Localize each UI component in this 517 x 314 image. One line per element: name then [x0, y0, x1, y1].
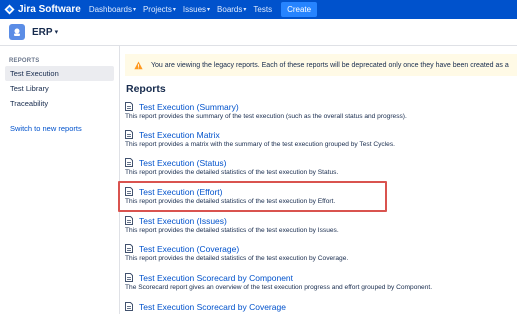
report-description: This report provides the detailed statis… — [125, 169, 339, 176]
nav-issues[interactable]: Issues ▾ — [183, 5, 210, 14]
report-item: Test Execution Scorecard by Component Th… — [125, 272, 517, 291]
report-link[interactable]: Test Execution (Issues) — [139, 216, 227, 226]
document-icon — [125, 158, 133, 167]
top-navigation-bar: Jira Software Dashboards ▾ Projects ▾ Issu… — [0, 0, 517, 19]
sidebar-item-test-execution[interactable]: Test Execution — [5, 66, 114, 81]
report-item: Test Execution Scorecard by Coverage — [125, 301, 517, 313]
report-item: Test Execution (Summary) This report pro… — [125, 101, 517, 120]
report-description: This report provides a matrix with the s… — [125, 141, 395, 148]
report-description: This report provides the detailed statis… — [125, 255, 349, 262]
chevron-down-icon: ▾ — [172, 7, 176, 13]
document-icon — [125, 102, 133, 111]
chevron-down-icon[interactable]: ▾ — [55, 28, 59, 36]
report-link[interactable]: Test Execution Scorecard by Component — [139, 273, 293, 283]
document-icon — [125, 216, 133, 225]
create-button[interactable]: Create — [281, 2, 318, 17]
banner-text: You are viewing the legacy reports. Each… — [151, 61, 509, 69]
sidebar-heading: REPORTS — [9, 58, 40, 64]
page-title: Reports — [126, 83, 166, 95]
report-link[interactable]: Test Execution (Summary) — [139, 102, 239, 112]
chevron-down-icon: ▾ — [132, 7, 136, 13]
report-link[interactable]: Test Execution Matrix — [139, 130, 220, 140]
main-content: You are viewing the legacy reports. Each… — [121, 46, 517, 314]
project-avatar[interactable] — [9, 24, 25, 40]
main-nav: Dashboards ▾ Projects ▾ Issues ▾ Boards ▾ Te… — [89, 2, 318, 17]
report-description: The Scorecard report gives an overview o… — [125, 284, 433, 291]
chevron-down-icon: ▾ — [243, 7, 247, 13]
report-link[interactable]: Test Execution (Coverage) — [139, 244, 239, 254]
chevron-down-icon: ▾ — [207, 7, 211, 13]
legacy-reports-banner: You are viewing the legacy reports. Each… — [125, 54, 517, 76]
report-link[interactable]: Test Execution (Status) — [139, 158, 226, 168]
jira-logo-icon — [4, 4, 15, 15]
sidebar-item-test-library[interactable]: Test Library — [5, 81, 114, 96]
report-item: Test Execution Matrix This report provid… — [125, 129, 517, 148]
report-item: Test Execution (Issues) This report prov… — [125, 215, 517, 234]
document-icon — [125, 130, 133, 139]
app-name: Jira Software — [18, 4, 81, 15]
report-item: Test Execution (Status) This report prov… — [125, 157, 517, 176]
document-icon — [125, 302, 133, 311]
reports-sidebar: REPORTS Test Execution Test Library Trac… — [0, 46, 120, 314]
project-avatar-icon — [14, 28, 20, 36]
nav-dashboards[interactable]: Dashboards ▾ — [89, 5, 136, 14]
report-description: This report provides the detailed statis… — [125, 227, 339, 234]
report-item: Test Execution (Coverage) This report pr… — [125, 243, 517, 262]
project-name[interactable]: ERP — [32, 27, 53, 38]
nav-boards[interactable]: Boards ▾ — [217, 5, 246, 14]
project-header: ERP ▾ — [0, 19, 517, 46]
report-link[interactable]: Test Execution Scorecard by Coverage — [139, 302, 286, 312]
nav-tests[interactable]: Tests — [253, 5, 272, 14]
jira-logo[interactable]: Jira Software — [4, 4, 81, 15]
report-description: This report provides the summary of the … — [125, 113, 407, 120]
warning-icon — [134, 60, 143, 69]
nav-projects[interactable]: Projects ▾ — [143, 5, 176, 14]
document-icon — [125, 273, 133, 282]
switch-to-new-reports-link[interactable]: Switch to new reports — [10, 124, 82, 133]
document-icon — [125, 244, 133, 253]
highlight-box — [118, 181, 387, 212]
sidebar-item-traceability[interactable]: Traceability — [5, 96, 114, 111]
